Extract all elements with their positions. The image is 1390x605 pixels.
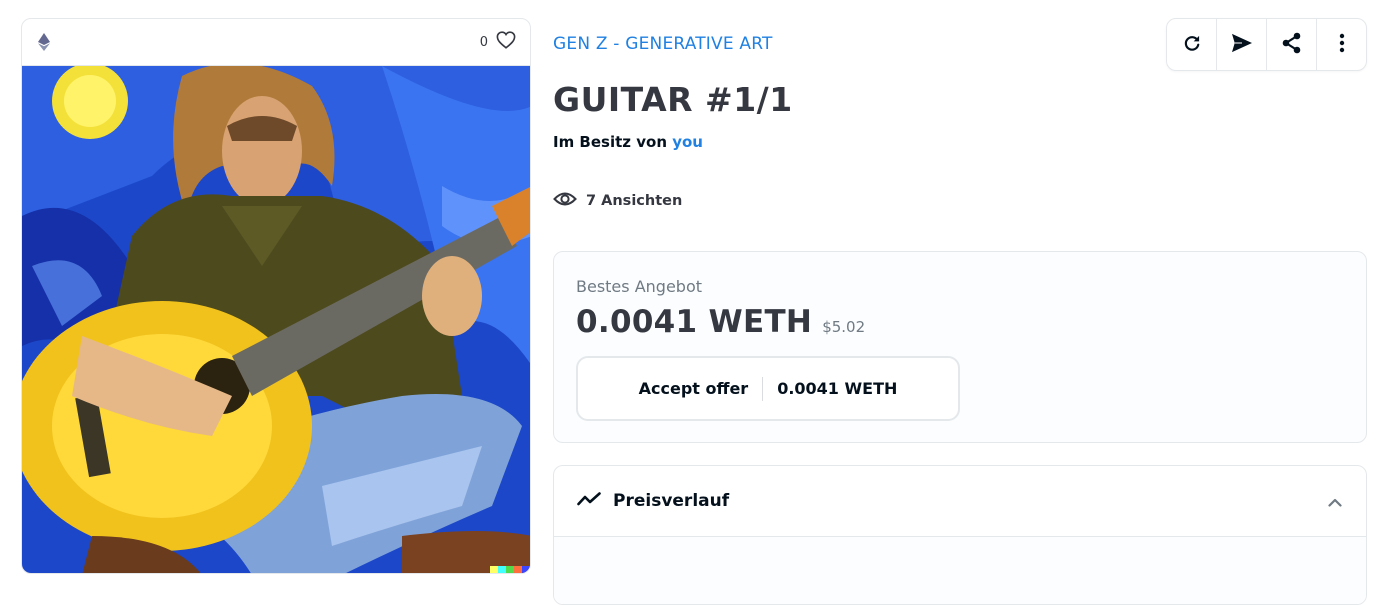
share-icon — [1282, 32, 1302, 58]
ethereum-icon — [38, 33, 50, 51]
accept-offer-label: Accept offer — [638, 379, 749, 398]
eye-icon — [553, 190, 577, 212]
best-offer-label: Bestes Angebot — [576, 277, 702, 296]
share-button[interactable] — [1267, 19, 1317, 70]
owner-prefix: Im Besitz von — [553, 133, 673, 151]
refresh-icon — [1182, 33, 1202, 57]
collection-link[interactable]: GEN Z - GENERATIVE ART — [553, 34, 773, 54]
refresh-button[interactable] — [1167, 19, 1217, 70]
media-header: 0 — [22, 19, 530, 66]
nft-image[interactable] — [22, 66, 530, 573]
item-title: GUITAR #1/1 — [553, 80, 793, 119]
trend-line-icon — [577, 491, 601, 512]
item-toolbar — [1166, 18, 1367, 71]
send-icon — [1231, 33, 1253, 57]
views-label: 7 Ansichten — [586, 193, 683, 209]
offer-usd-value: $5.02 — [822, 318, 866, 336]
chevron-up-icon[interactable] — [1328, 492, 1342, 511]
price-history-title: Preisverlauf — [613, 491, 730, 511]
favorite-area[interactable]: 0 — [480, 31, 516, 53]
price-history-body — [554, 537, 1366, 604]
button-divider — [762, 376, 764, 401]
accept-offer-amount: 0.0041 WETH — [777, 379, 898, 398]
more-vertical-icon — [1339, 33, 1345, 57]
accept-offer-button[interactable]: Accept offer 0.0041 WETH — [576, 356, 960, 421]
price-history-header[interactable]: Preisverlauf — [554, 466, 1366, 537]
more-options-button[interactable] — [1317, 19, 1366, 70]
nft-media-card: 0 — [21, 18, 531, 574]
offer-amount: 0.0041 WETH — [576, 304, 813, 340]
price-history-panel: Preisverlauf — [553, 465, 1367, 605]
views-count: 7 Ansichten — [553, 190, 682, 212]
owner-link[interactable]: you — [672, 133, 703, 151]
favorites-count: 0 — [479, 34, 488, 50]
best-offer-card: Bestes Angebot 0.0041 WETH $5.02 Accept … — [553, 251, 1367, 443]
transfer-button[interactable] — [1217, 19, 1267, 70]
owner-line: Im Besitz von you — [553, 133, 703, 151]
heart-icon[interactable] — [496, 31, 516, 53]
best-offer-price: 0.0041 WETH $5.02 — [576, 304, 865, 340]
